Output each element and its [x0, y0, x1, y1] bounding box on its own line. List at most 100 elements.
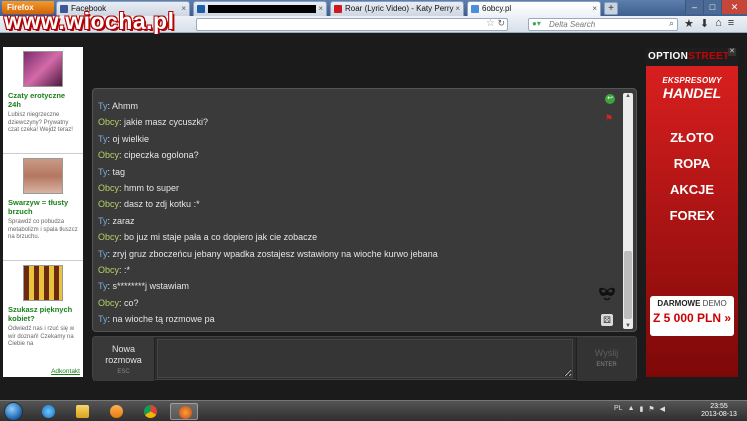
message-text: jakie masz cycuszki?	[124, 117, 209, 128]
message-text: hmm to super	[124, 183, 180, 193]
ad-image[interactable]	[23, 158, 63, 194]
menu-icon[interactable]: ≡	[728, 17, 734, 30]
optionstreet-banner-ad[interactable]: OPTIONSTREET ✕ EKSPRESOWY HANDEL ZŁOTO R…	[646, 48, 738, 377]
ad-close-icon[interactable]: ✕	[728, 48, 736, 56]
volume-icon[interactable]: ◀	[660, 405, 665, 413]
taskbar-ie-icon[interactable]	[34, 403, 62, 420]
scrollbar-thumb[interactable]	[624, 251, 632, 319]
message-text: Ahmm	[112, 101, 139, 111]
tray-arrow-icon[interactable]: ▲	[628, 405, 635, 413]
message-text: dasz to zdj kotku :*	[124, 199, 200, 210]
minimize-button[interactable]: –	[685, 0, 703, 14]
url-bar[interactable]: ☆ ↻	[196, 18, 508, 31]
home-icon[interactable]: ⌂	[715, 17, 722, 30]
downloads-icon[interactable]: ⬇	[700, 17, 709, 30]
close-window-button[interactable]: ✕	[721, 0, 747, 14]
message-text: tag	[112, 166, 126, 177]
scroll-up-icon[interactable]: ▲	[623, 93, 633, 99]
taskbar-chrome-icon[interactable]	[136, 403, 164, 420]
bookmarks-icon[interactable]: ★	[684, 17, 694, 30]
send-button[interactable]: Wyślij ENTER	[576, 337, 636, 381]
search-box[interactable]: ●▾ Delta Search ⌕	[528, 18, 678, 31]
ad-item[interactable]: Swarzyw = tłusty brzuch Sprawdź co pobud…	[3, 154, 83, 261]
ad-image[interactable]	[23, 51, 63, 87]
network-icon[interactable]: ▮	[640, 405, 644, 413]
reload-icon[interactable]: ↻	[497, 18, 505, 29]
message-text: cipeczka ogolona?	[124, 150, 199, 161]
close-tab-icon[interactable]: ×	[318, 2, 323, 16]
chat-input-bar: Nowa rozmowa ESC Wyślij ENTER	[92, 336, 637, 381]
ad-item[interactable]: Szukasz pięknych kobiet? Odwiedź nas i r…	[3, 261, 83, 377]
tab-6obcy[interactable]: 6obcy.pl ×	[467, 1, 601, 16]
ad-item-label: FOREX	[669, 208, 715, 223]
ad-item[interactable]: Czaty erotyczne 24h Lubisz niegrzeczne d…	[3, 47, 83, 154]
tab-redacted[interactable]: ×	[193, 1, 327, 16]
ad-image[interactable]	[23, 265, 63, 301]
bookmark-star-icon[interactable]: ☆	[486, 18, 495, 29]
message-author: Obcy	[98, 183, 120, 193]
message-author: Ty	[98, 101, 108, 111]
windows-taskbar: PL ▲ ▮ ⚑ ◀ 23:55 2013-08-13	[0, 400, 747, 421]
tab-label: Roar (Lyric Video) - Katy Perry	[345, 4, 454, 13]
language-indicator[interactable]: PL	[614, 405, 623, 413]
clock-time: 23:55	[710, 403, 728, 410]
ad-description: Lubisz niegrzeczne dziewczyny? Prywatny …	[8, 112, 73, 133]
message-text: s********j wstawiam	[112, 281, 190, 292]
message-text: bo juz mi staje pała a co dopiero jak ci…	[124, 232, 318, 243]
chat-message: Ty: zaraz	[98, 215, 135, 226]
mask-icon[interactable]	[598, 285, 616, 301]
message-author: Ty	[98, 215, 108, 226]
message-author: Obcy	[98, 150, 120, 161]
system-clock[interactable]: 23:55 2013-08-13	[695, 403, 743, 419]
report-flag-icon[interactable]: ⚑	[605, 113, 613, 124]
new-chat-key-hint: ESC	[117, 369, 130, 375]
page-content: Czaty erotyczne 24h Lubisz niegrzeczne d…	[0, 34, 747, 400]
send-key-hint: ENTER	[596, 362, 617, 368]
chat-message: Obcy: :*	[98, 265, 131, 275]
taskbar-firefox-icon[interactable]	[170, 403, 198, 420]
chat-message: Ty: s********j wstawiam	[98, 281, 190, 292]
close-tab-icon[interactable]: ×	[181, 2, 186, 16]
chat-scrollbar[interactable]: ▲ ▼	[623, 93, 633, 329]
ad-title[interactable]: Swarzyw = tłusty brzuch	[8, 198, 78, 216]
message-list: Ty: Ahmm Obcy: jakie masz cycuszki? Ty: oj…	[93, 89, 621, 333]
search-engine-icon[interactable]: ●▾	[532, 19, 541, 28]
ad-title[interactable]: Czaty erotyczne 24h	[8, 91, 78, 109]
flag-icon[interactable]: ⚑	[648, 405, 654, 413]
youtube-favicon-icon	[334, 5, 342, 13]
ad-brand-logo: OPTIONSTREET	[648, 51, 730, 62]
close-tab-icon[interactable]: ×	[592, 2, 597, 16]
ad-description: Odwiedź nas i rzuć się w wir doznań! Cze…	[8, 326, 75, 347]
adkontakt-link[interactable]: Adkontakt	[51, 368, 80, 375]
scroll-down-icon[interactable]: ▼	[623, 323, 633, 329]
close-tab-icon[interactable]: ×	[455, 2, 460, 16]
message-author: Ty	[98, 133, 108, 144]
new-tab-button[interactable]: +	[604, 2, 618, 15]
taskbar-explorer-icon[interactable]	[68, 403, 96, 420]
wiocha-watermark: www.wiocha.pl	[4, 8, 175, 34]
start-button[interactable]	[4, 402, 23, 421]
search-icon[interactable]: ⌕	[669, 18, 674, 29]
ad-title[interactable]: Szukasz pięknych kobiet?	[8, 305, 78, 323]
tab-youtube[interactable]: Roar (Lyric Video) - Katy Perry ×	[330, 1, 464, 16]
ad-headline-large: HANDEL	[662, 85, 722, 101]
chat-message: Obcy: cipeczka ogolona?	[98, 150, 199, 161]
return-arrow-icon[interactable]: ↩	[605, 94, 615, 104]
new-chat-label: Nowa rozmowa	[105, 344, 142, 365]
nav-toolbar-icons: ★ ⬇ ⌂ ≡	[684, 17, 734, 30]
ad-demo-button[interactable]: DARMOWE DEMO Z 5 000 PLN »	[650, 296, 734, 336]
maximize-button[interactable]: □	[703, 0, 721, 14]
dice-icon[interactable]: ⚄	[601, 314, 613, 326]
message-author: Obcy	[98, 232, 120, 243]
message-author: Obcy	[98, 199, 120, 210]
chat-message: Obcy: co?	[98, 297, 139, 308]
message-input[interactable]	[157, 339, 573, 378]
chat-message: Ty: zryj gruz zboczeńcu jebany wpadka zo…	[98, 248, 438, 259]
new-chat-button[interactable]: Nowa rozmowa ESC	[93, 337, 155, 381]
message-text: :*	[124, 265, 131, 275]
message-author: Ty	[98, 281, 108, 292]
message-author: Obcy	[98, 297, 120, 308]
chat-message: Ty: oj wielkie	[98, 133, 150, 144]
taskbar-media-player-icon[interactable]	[102, 403, 130, 420]
message-author: Obcy	[98, 265, 120, 275]
